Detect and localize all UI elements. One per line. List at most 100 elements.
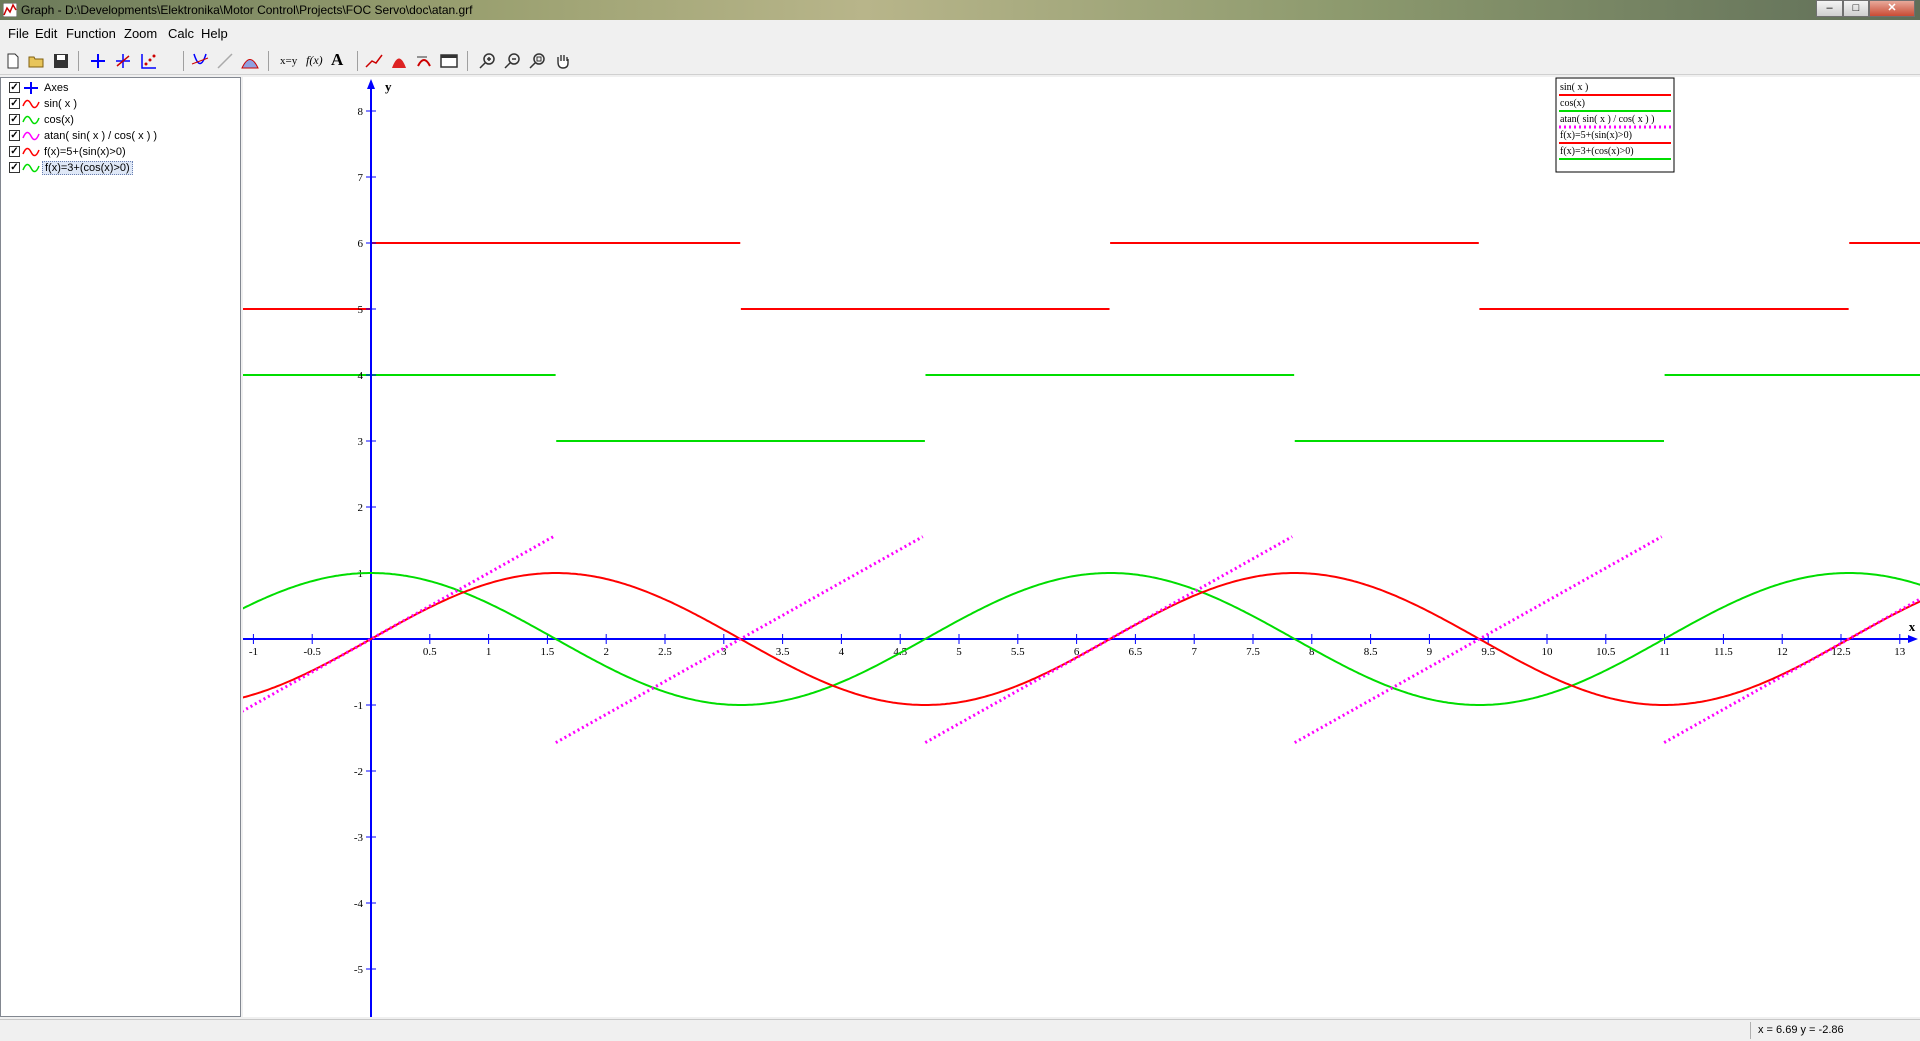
y-tick-label: -5: [354, 964, 364, 976]
function-visible-checkbox[interactable]: ✓: [9, 82, 20, 93]
x-axis-label: x: [1909, 619, 1916, 634]
x-tick-label: 10: [1542, 646, 1554, 658]
menu-zoom[interactable]: Zoom: [124, 26, 157, 41]
x-tick-label: 5.5: [1011, 646, 1025, 658]
minimize-button[interactable]: –: [1816, 0, 1843, 17]
y-tick-label: 3: [358, 436, 364, 448]
x-tick-label: -0.5: [303, 646, 321, 658]
window-title: Graph - D:\Developments\Elektronika\Moto…: [21, 3, 473, 17]
function-visible-checkbox[interactable]: ✓: [9, 162, 20, 173]
y-tick-label: 8: [358, 106, 364, 118]
y-tick-label: -2: [354, 766, 363, 778]
y-tick-label: 2: [358, 502, 364, 514]
x-tick-label: 6.5: [1129, 646, 1143, 658]
menu-function[interactable]: Function: [66, 26, 116, 41]
insert-normal-icon[interactable]: [214, 51, 236, 71]
legend-entry-label: f(x)=3+(cos(x)>0): [1560, 146, 1634, 157]
function-label: atan( sin( x ) / cos( x ) ): [44, 130, 158, 142]
insert-tangent-icon[interactable]: [189, 51, 211, 71]
toolbar: x=y f(x) A: [0, 48, 1920, 75]
x-tick-label: 0.5: [423, 646, 437, 658]
function-visible-checkbox[interactable]: ✓: [9, 98, 20, 109]
x-tick-label: 7.5: [1246, 646, 1260, 658]
function-list-panel: ✓ Axes ✓ sin( x ) ✓ cos(x) ✓ atan( sin( x ) / c…: [0, 77, 241, 1017]
new-file-icon[interactable]: [2, 51, 24, 71]
window-icon[interactable]: [438, 51, 460, 71]
y-axis-arrow: [367, 79, 375, 89]
x-axis-arrow: [1908, 635, 1918, 643]
y-tick-label: -3: [354, 832, 364, 844]
app-graph-icon: [3, 3, 17, 17]
area-icon[interactable]: [388, 51, 410, 71]
legend-entry-label: sin( x ): [1560, 82, 1588, 93]
graph-chart[interactable]: xy-1 -0.5 0.5 1 1.5 2 2.5 3 3.5 4 4.5 5 5.5 6 6.5 7 7.5 8…: [241, 77, 1920, 1017]
menu-help[interactable]: Help: [201, 26, 228, 41]
function-visible-checkbox[interactable]: ✓: [9, 130, 20, 141]
pan-hand-icon[interactable]: [552, 51, 574, 71]
status-bar: x = 6.69 y = -2.86: [0, 1019, 1920, 1041]
zoom-in-icon[interactable]: [477, 51, 499, 71]
x-tick-label: 10.5: [1596, 646, 1616, 658]
close-button[interactable]: ✕: [1869, 0, 1915, 17]
function-visible-checkbox[interactable]: ✓: [9, 114, 20, 125]
function-label: cos(x): [44, 114, 74, 126]
legend-entry-label: atan( sin( x ) / cos( x ) ): [1560, 114, 1654, 125]
series-atan-segment: [1663, 597, 1920, 744]
function-curve-icon: [22, 147, 40, 157]
insert-label-icon[interactable]: A: [331, 50, 343, 70]
function-label: f(x)=5+(sin(x)>0): [44, 146, 126, 158]
x-tick-label: 1.5: [541, 646, 555, 658]
zoom-out-icon[interactable]: [502, 51, 524, 71]
legend-entry-label: f(x)=5+(sin(x)>0): [1560, 130, 1632, 141]
x-tick-label: -1: [249, 646, 258, 658]
menu-bar: File Edit Function Zoom Calc Help: [0, 22, 1920, 47]
evaluate-xy-icon[interactable]: x=y: [280, 55, 297, 67]
insert-axes-icon[interactable]: [87, 51, 109, 71]
zoom-square-icon[interactable]: [527, 51, 549, 71]
x-tick-label: 7: [1191, 646, 1197, 658]
cursor-coordinates: x = 6.69 y = -2.86: [1758, 1024, 1844, 1036]
maximize-button[interactable]: □: [1843, 0, 1869, 17]
x-tick-label: 3.5: [776, 646, 790, 658]
function-label: sin( x ): [44, 98, 77, 110]
y-tick-label: 7: [358, 172, 364, 184]
function-curve-icon: [22, 163, 40, 173]
trace-icon[interactable]: [363, 51, 385, 71]
x-tick-label: 5: [956, 646, 962, 658]
x-tick-label: 13: [1894, 646, 1906, 658]
legend-entry-label: cos(x): [1560, 98, 1585, 109]
y-tick-label: 4: [358, 370, 364, 382]
function-curve-icon: [22, 115, 40, 125]
function-curve-icon: [22, 99, 40, 109]
y-tick-label: -4: [354, 898, 364, 910]
x-tick-label: 1: [486, 646, 492, 658]
insert-point-series-icon[interactable]: [112, 51, 134, 71]
y-tick-label: -1: [354, 700, 363, 712]
x-tick-label: 11: [1659, 646, 1670, 658]
insert-function-icon[interactable]: f(x): [306, 53, 323, 68]
y-axis-label: y: [385, 79, 392, 94]
menu-edit[interactable]: Edit: [35, 26, 57, 41]
function-curve-icon: [22, 131, 40, 141]
function-label: f(x)=3+(cos(x)>0): [42, 161, 133, 175]
function-label: Axes: [44, 82, 69, 94]
open-file-icon[interactable]: [26, 51, 48, 71]
x-tick-label: 12: [1777, 646, 1788, 658]
menu-file[interactable]: File: [8, 26, 29, 41]
table-icon[interactable]: [413, 51, 435, 71]
x-tick-label: 2.5: [658, 646, 672, 658]
x-tick-label: 2: [603, 646, 609, 658]
save-icon[interactable]: [50, 51, 72, 71]
insert-relation-icon[interactable]: [137, 51, 159, 71]
function-visible-checkbox[interactable]: ✓: [9, 146, 20, 157]
graph-plot-area[interactable]: x y -1 -0.5 0.5 1 1.5 2 2.5 3 3.5 4 4.5 5 5.5 6 6.5 7 7.5 8…: [241, 77, 1920, 1017]
title-bar: Graph - D:\Developments\Elektronika\Moto…: [0, 0, 1920, 20]
y-tick-label: 6: [358, 238, 364, 250]
x-tick-label: 8.5: [1364, 646, 1378, 658]
x-tick-label: 11.5: [1714, 646, 1733, 658]
x-tick-label: 4: [839, 646, 845, 658]
axes-icon: [24, 82, 38, 94]
insert-shading-icon[interactable]: [239, 51, 261, 71]
menu-calc[interactable]: Calc: [168, 26, 194, 41]
x-tick-label: 9: [1427, 646, 1433, 658]
